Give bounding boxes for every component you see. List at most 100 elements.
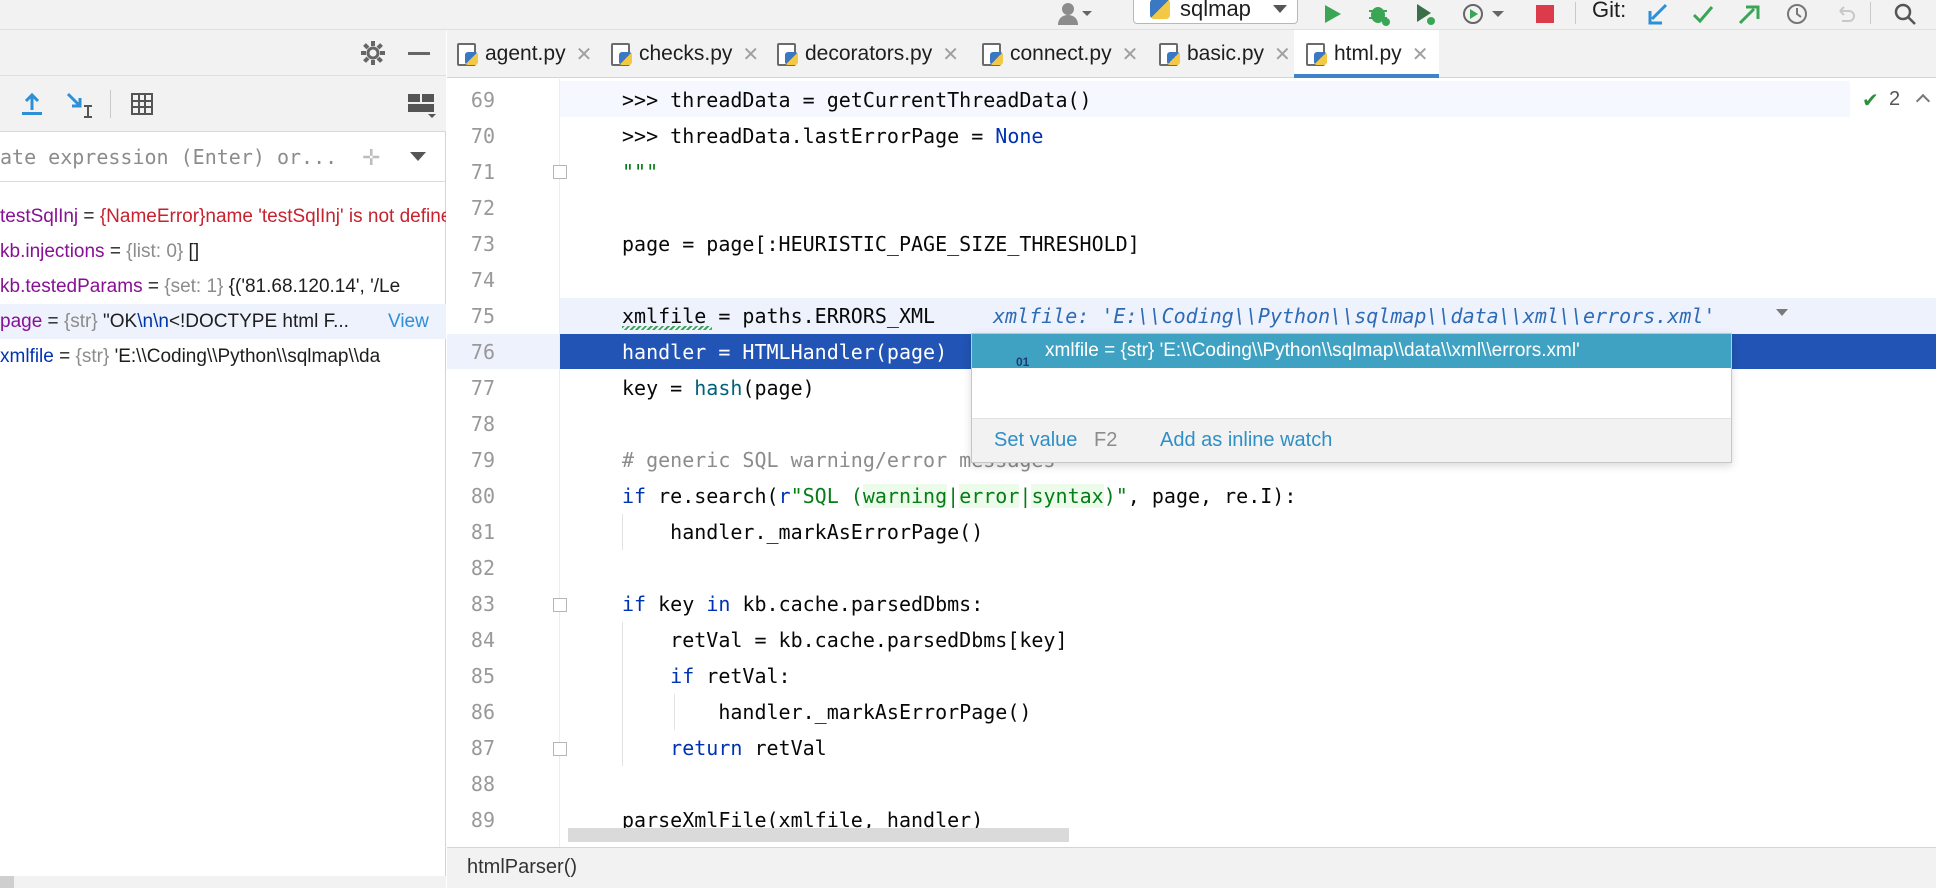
popup-value-text: xmlfile = {str} 'E:\\Coding\\Python\\sql…	[1045, 340, 1580, 361]
minimize-icon[interactable]	[408, 52, 430, 55]
tab-connect[interactable]: connect.py ✕	[982, 30, 1157, 78]
code-line[interactable]: """	[622, 154, 658, 190]
tab-basic[interactable]: basic.py ✕	[1159, 30, 1299, 78]
line-number: 79	[470, 448, 495, 472]
code-line[interactable]: if re.search(r"SQL (warning|error|syntax…	[622, 478, 1296, 514]
evaluate-expression-input[interactable]	[0, 132, 340, 182]
run-to-cursor-icon[interactable]	[66, 92, 94, 123]
code-line[interactable]: >>> threadData = getCurrentThreadData()	[622, 82, 1092, 118]
fold-marker[interactable]	[553, 165, 567, 179]
close-icon[interactable]: ✕	[1412, 42, 1429, 67]
variable-row[interactable]: kb.injections = {list: 0} []	[0, 234, 446, 269]
code-line[interactable]: key = hash(page)	[622, 370, 815, 406]
tab-label: html.py	[1334, 42, 1402, 65]
variable-value: 'E:\\Coding\\Python\\sqlmap\\da	[109, 346, 381, 367]
editor-tabs: agent.py ✕ checks.py ✕ decorators.py ✕ conn…	[447, 30, 1936, 78]
tab-label: basic.py	[1187, 42, 1265, 65]
code-line-current[interactable]: handler = HTMLHandler(page)	[622, 334, 947, 370]
code-line[interactable]: page = page[:HEURISTIC_PAGE_SIZE_THRESHO…	[622, 226, 1140, 262]
python-file-icon	[777, 43, 799, 66]
close-icon[interactable]: ✕	[1122, 42, 1139, 67]
code-line[interactable]: return retVal	[622, 730, 827, 766]
history-icon[interactable]	[1782, 0, 1812, 28]
run-with-coverage-icon[interactable]	[1410, 0, 1440, 28]
panel-scrollbar[interactable]	[0, 876, 446, 888]
code-line[interactable]: if retVal:	[622, 658, 790, 694]
line-number: 83	[470, 592, 495, 616]
git-commit-icon[interactable]	[1688, 0, 1718, 28]
search-icon[interactable]	[1890, 0, 1920, 28]
variable-value: []	[183, 241, 200, 262]
inline-debug-value[interactable]: xmlfile: 'E:\\Coding\\Python\\sqlmap\\da…	[993, 298, 1715, 334]
line-number: 76	[470, 340, 495, 364]
chevron-down-icon[interactable]	[1776, 309, 1788, 316]
variable-row[interactable]: kb.testedParams = {set: 1} {('81.68.120.…	[0, 269, 446, 304]
variable-equals: =	[42, 311, 64, 332]
add-inline-watch-link[interactable]: Add as inline watch	[1160, 429, 1332, 452]
code-line[interactable]: if key in kb.cache.parsedDbms:	[622, 586, 983, 622]
close-icon[interactable]: ✕	[942, 42, 959, 67]
gutter-divider	[559, 79, 560, 847]
run-configuration-select[interactable]: sqlmap	[1133, 0, 1298, 24]
variable-row[interactable]: xmlfile = {str} 'E:\\Coding\\Python\\sql…	[0, 339, 446, 374]
line-number: 80	[470, 484, 495, 508]
popup-footer: Set value F2 Add as inline watch	[972, 418, 1731, 462]
variable-value-escape: \n\n	[137, 311, 169, 332]
line-number: 71	[470, 160, 495, 184]
chevron-down-icon	[1273, 5, 1287, 13]
close-icon[interactable]: ✕	[576, 42, 593, 67]
add-watch-icon[interactable]: ✛	[362, 145, 380, 171]
tab-html[interactable]: html.py ✕	[1294, 30, 1439, 78]
variable-type: {str}	[75, 346, 110, 367]
line-number: 88	[470, 772, 495, 796]
code-line[interactable]: retVal = kb.cache.parsedDbms[key]	[622, 622, 1067, 658]
line-number: 89	[470, 808, 495, 832]
chevron-down-icon[interactable]	[410, 152, 426, 161]
toolbar-separator	[1575, 2, 1576, 24]
popup-value-row[interactable]: 01 xmlfile = {str} 'E:\\Coding\\Python\\…	[972, 334, 1731, 368]
line-number: 86	[470, 700, 495, 724]
set-value-link[interactable]: Set value	[994, 429, 1077, 452]
user-icon[interactable]	[1050, 0, 1100, 28]
variable-row[interactable]: page = {str} "OK\n\n<!DOCTYPE html F... …	[0, 304, 446, 339]
tab-decorators[interactable]: decorators.py ✕	[777, 30, 973, 78]
fold-marker[interactable]	[553, 598, 567, 612]
line-number: 70	[470, 124, 495, 148]
evaluate-expression-icon[interactable]	[130, 92, 154, 121]
close-icon[interactable]: ✕	[742, 42, 759, 67]
run-configuration-label: sqlmap	[1180, 0, 1251, 21]
view-link[interactable]: View	[388, 304, 446, 339]
python-file-icon	[611, 43, 633, 66]
profile-icon[interactable]	[1456, 0, 1512, 28]
variable-equals: =	[78, 206, 100, 227]
inspection-count: 2	[1889, 88, 1901, 110]
stop-icon[interactable]	[1530, 0, 1560, 28]
line-number: 69	[470, 88, 495, 112]
layout-icon[interactable]	[408, 94, 436, 123]
close-icon[interactable]: ✕	[1274, 42, 1291, 67]
rollback-icon[interactable]	[1830, 0, 1860, 28]
step-out-icon[interactable]	[20, 92, 44, 121]
debug-icon[interactable]	[1364, 0, 1394, 28]
git-update-icon[interactable]	[1642, 0, 1672, 28]
fold-marker[interactable]	[553, 742, 567, 756]
code-line[interactable]: >>> threadData.lastErrorPage = None	[622, 118, 1043, 154]
tab-checks[interactable]: checks.py ✕	[611, 30, 771, 78]
inspection-check-icon[interactable]: ✔	[1862, 88, 1879, 113]
gear-icon[interactable]	[360, 40, 386, 71]
toolbar-separator	[110, 90, 111, 118]
tab-agent[interactable]: agent.py ✕	[457, 30, 607, 78]
breadcrumb[interactable]: htmlParser()	[467, 848, 577, 886]
line-number: 87	[470, 736, 495, 760]
run-icon[interactable]	[1318, 0, 1348, 28]
variable-row[interactable]: testSqlInj = {NameError}name 'testSqlInj…	[0, 199, 446, 234]
python-file-icon	[1159, 43, 1181, 66]
breadcrumb-bar: htmlParser()	[447, 847, 1936, 888]
code-line[interactable]: handler._markAsErrorPage()	[622, 694, 1031, 730]
line-number: 85	[470, 664, 495, 688]
set-value-shortcut: F2	[1094, 429, 1118, 451]
git-push-icon[interactable]	[1734, 0, 1764, 28]
variable-type: {NameError}	[99, 206, 206, 227]
horizontal-scrollbar[interactable]	[568, 828, 1069, 842]
code-line[interactable]: handler._markAsErrorPage()	[622, 514, 983, 550]
